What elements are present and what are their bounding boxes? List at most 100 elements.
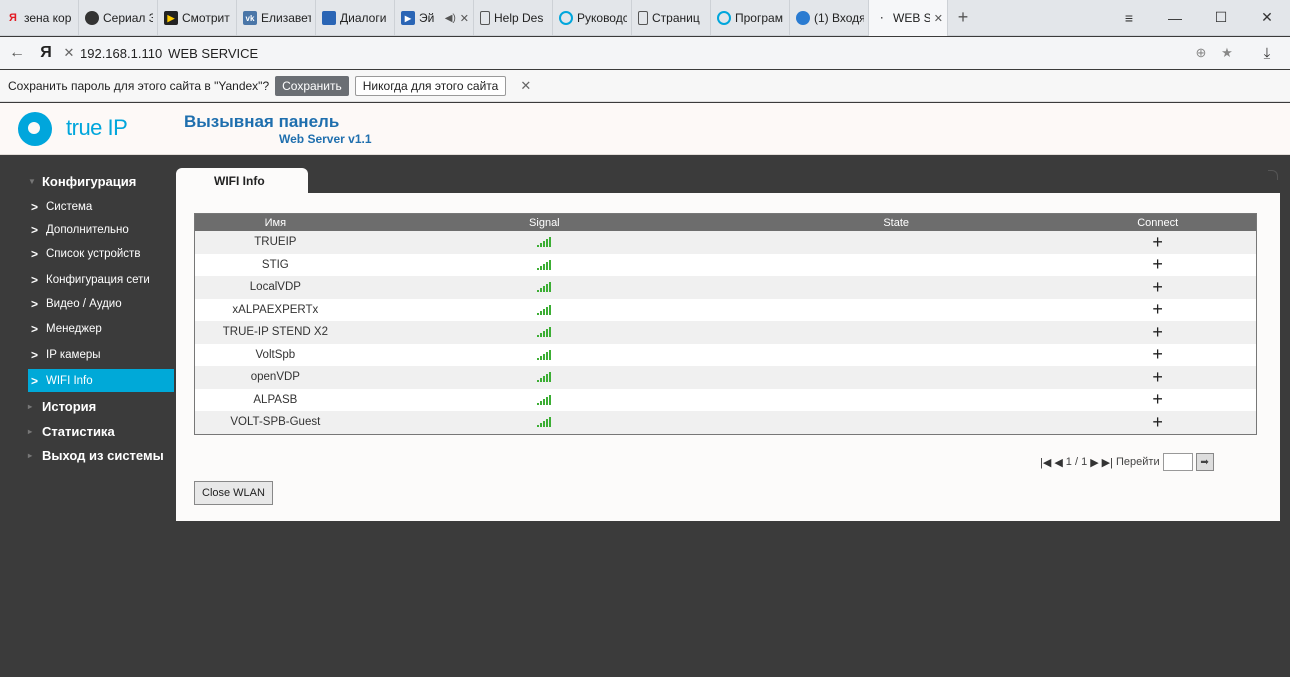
sidebar-item-ip-cameras[interactable]: > IP камеры: [28, 344, 174, 366]
close-window-icon[interactable]: ✕: [1244, 0, 1290, 35]
sidebar-item-devices[interactable]: > Список устройств: [28, 243, 174, 265]
table-row: TRUEIP +: [195, 231, 1256, 254]
network-name: openVDP: [250, 371, 300, 384]
signal-bar: [537, 312, 540, 315]
browser-tab[interactable]: Диалоги: [316, 0, 395, 36]
download-icon[interactable]: ⤓: [1258, 44, 1276, 62]
address-input[interactable]: 192.168.1.110 WEB SERVICE: [80, 46, 258, 61]
signal-bar: [540, 310, 543, 315]
back-arrow-icon[interactable]: ←: [0, 44, 34, 62]
tab-wifi-info[interactable]: WIFI Info: [176, 168, 308, 194]
column-header[interactable]: Signal: [356, 214, 733, 231]
next-page-icon[interactable]: ▶: [1090, 456, 1098, 469]
first-page-icon[interactable]: |◀: [1040, 456, 1051, 469]
signal-bar: [537, 245, 540, 248]
signal-bar: [546, 306, 549, 315]
password-save-bar: Сохранить пароль для этого сайта в "Yand…: [0, 70, 1290, 102]
connect-plus-icon[interactable]: +: [1152, 254, 1163, 275]
connect-plus-icon[interactable]: +: [1152, 367, 1163, 388]
signal-bar: [549, 349, 552, 360]
never-save-button[interactable]: Никогда для этого сайта: [354, 75, 507, 96]
sidebar-section-stats[interactable]: ▸ Статистика: [0, 420, 174, 442]
browser-tab[interactable]: Програм: [711, 0, 790, 36]
connect-plus-icon[interactable]: +: [1152, 412, 1163, 433]
signal-bar: [543, 286, 546, 293]
page-icon: [480, 11, 490, 25]
prev-page-icon[interactable]: ◀: [1054, 456, 1062, 469]
go-arrow-icon[interactable]: ➡: [1195, 453, 1214, 471]
star-icon[interactable]: ★: [1218, 44, 1236, 62]
sidebar-item-wifi-info[interactable]: > WIFI Info: [28, 369, 174, 392]
browser-tab[interactable]: vk Елизавет: [237, 0, 316, 36]
connect-plus-icon[interactable]: +: [1152, 299, 1163, 320]
connect-plus-icon[interactable]: +: [1152, 322, 1163, 343]
goto-page-input[interactable]: [1162, 453, 1193, 471]
table-row: VOLT-SPB-Guest +: [195, 411, 1256, 434]
browser-tab[interactable]: Страниц: [632, 0, 711, 36]
signal-strength-icon: [537, 417, 552, 428]
browser-tab[interactable]: Сериал З: [79, 0, 158, 36]
network-name: TRUE-IP STEND X2: [222, 326, 328, 339]
sidebar-item-label: Система: [46, 201, 93, 213]
sidebar-item-network[interactable]: > Конфигурация сети: [28, 269, 174, 291]
connect-cell: +: [1059, 231, 1256, 254]
sidebar-section-config[interactable]: ▼ Конфигурация: [0, 170, 174, 192]
signal-bar: [537, 380, 540, 383]
sidebar-section-history[interactable]: ▸ История: [0, 395, 174, 417]
signal-bar: [543, 241, 546, 248]
page-indicator: 1 / 1: [1065, 456, 1088, 468]
connect-plus-icon[interactable]: +: [1152, 232, 1163, 253]
browser-tab[interactable]: ▶ Смотрит: [158, 0, 237, 36]
browser-tab[interactable]: Руководс: [553, 0, 632, 36]
network-name: ALPASB: [253, 393, 298, 406]
maximize-icon[interactable]: ☐: [1198, 0, 1244, 35]
network-name: VOLT-SPB-Guest: [230, 416, 321, 429]
column-header[interactable]: Connect: [1059, 214, 1256, 231]
page-subtitle: Web Server v1.1: [279, 132, 372, 146]
yandex-logo-icon[interactable]: Я: [34, 44, 58, 62]
browser-tab[interactable]: Язена кор: [0, 0, 79, 36]
page-icon: [638, 11, 648, 25]
browser-tab[interactable]: (1) Входя: [790, 0, 869, 36]
speaker-icon[interactable]: ◀): [445, 13, 456, 24]
signal-bar: [540, 400, 543, 405]
sidebar-section-logout[interactable]: ▸ Выход из системы: [0, 444, 174, 466]
table-row: ALPASB +: [195, 389, 1256, 412]
signal-strength-icon: [537, 394, 552, 405]
chat-icon: [322, 11, 336, 25]
state-cell: [733, 344, 1059, 367]
signal-bar: [543, 308, 546, 315]
browser-tab-active[interactable]: · WEB S ✕: [869, 0, 948, 36]
translate-icon[interactable]: ⊕: [1192, 44, 1210, 62]
signal-bar: [546, 329, 549, 338]
signal-bar: [537, 290, 540, 293]
connect-plus-icon[interactable]: +: [1152, 344, 1163, 365]
sidebar-item-manager[interactable]: > Менеджер: [28, 318, 174, 340]
minimize-icon[interactable]: —: [1152, 0, 1198, 35]
sidebar-item-additional[interactable]: > Дополнительно: [28, 219, 174, 241]
sidebar-item-system[interactable]: > Система: [28, 196, 174, 218]
state-cell: [733, 254, 1059, 277]
close-icon[interactable]: ✕: [460, 12, 469, 25]
save-password-button[interactable]: Сохранить: [275, 75, 349, 96]
connect-plus-icon[interactable]: +: [1152, 389, 1163, 410]
stop-icon[interactable]: ✕: [58, 45, 80, 61]
new-tab-button[interactable]: +: [948, 0, 978, 35]
signal-cell: [356, 321, 733, 344]
close-wlan-button[interactable]: Close WLAN: [194, 481, 273, 505]
browser-tab[interactable]: Help Des: [474, 0, 553, 36]
signal-bar: [543, 353, 546, 360]
signal-bar: [543, 331, 546, 338]
browser-tab[interactable]: ▶ Эй ◀) ✕: [395, 0, 474, 36]
column-header[interactable]: State: [733, 214, 1059, 231]
connect-plus-icon[interactable]: +: [1152, 277, 1163, 298]
tab-label: Диалоги: [340, 11, 387, 25]
menu-icon[interactable]: ≡: [1106, 0, 1152, 35]
close-icon[interactable]: ✕: [934, 12, 943, 25]
column-header[interactable]: Имя: [195, 214, 356, 231]
url-host: 192.168.1.110: [80, 45, 163, 61]
sidebar-item-video-audio[interactable]: > Видео / Аудио: [28, 293, 174, 315]
sidebar-item-label: Менеджер: [46, 323, 102, 335]
close-icon[interactable]: ✕: [520, 78, 531, 94]
last-page-icon[interactable]: ▶|: [1102, 456, 1113, 469]
